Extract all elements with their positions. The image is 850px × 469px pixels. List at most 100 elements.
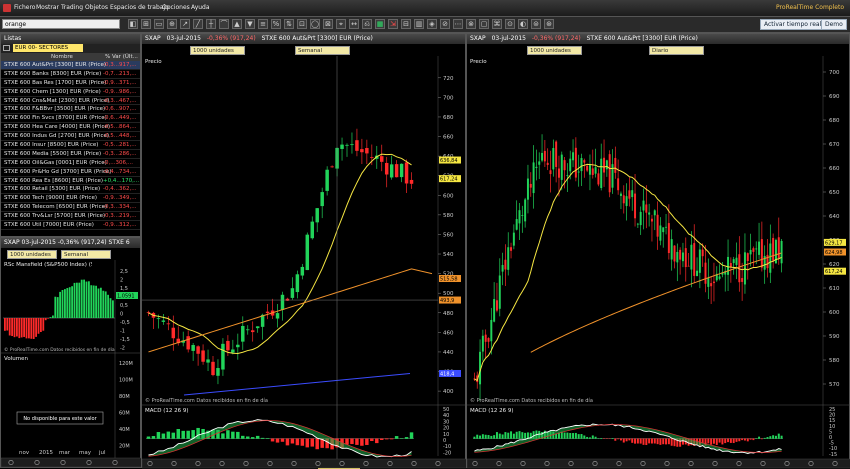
toolbar-tool-28-icon[interactable]: ▢ xyxy=(479,19,489,29)
toolbar-tool-19-icon[interactable]: ⎌ xyxy=(362,19,372,29)
daily-candle[interactable] xyxy=(662,227,664,232)
toolbar-tool-33-icon[interactable]: ⊛ xyxy=(544,19,554,29)
daily-candle[interactable] xyxy=(569,159,571,172)
daily-candle[interactable] xyxy=(513,233,515,246)
watchlist-row[interactable]: STXE 600 Rea Es [8600] EUR (Price)+0,4..… xyxy=(1,177,140,186)
daily-candle[interactable] xyxy=(713,282,715,283)
menu-trading[interactable]: Trading xyxy=(61,4,83,11)
weekly-candle[interactable] xyxy=(241,326,244,342)
menu-mostrar[interactable]: Mostrar xyxy=(36,4,59,11)
weekly-candle[interactable] xyxy=(306,235,309,270)
watchlist-row[interactable]: STXE 600 Media [5500] EUR (Price)-0,3...… xyxy=(1,150,140,159)
watchlist-row[interactable]: STXE 600 Tech [9000] EUR (Price)-0,9...3… xyxy=(1,194,140,203)
daily-candle[interactable] xyxy=(558,169,560,178)
daily-candle[interactable] xyxy=(538,161,540,164)
weekly-candle[interactable] xyxy=(157,318,160,319)
weekly-candle[interactable] xyxy=(350,144,353,145)
daily-candle[interactable] xyxy=(597,173,599,184)
daily-candle[interactable] xyxy=(648,212,650,214)
daily-candle[interactable] xyxy=(524,199,526,221)
daily-candle[interactable] xyxy=(696,271,698,276)
daily-candle[interactable] xyxy=(736,258,738,265)
daily-candle[interactable] xyxy=(555,142,557,167)
daily-candle[interactable] xyxy=(521,215,523,216)
toolbar-tool-16-icon[interactable]: ⊠ xyxy=(323,19,333,29)
toolbar-tool-11-icon[interactable]: ≡ xyxy=(258,19,268,29)
daily-candle[interactable] xyxy=(682,252,684,261)
weekly-candle[interactable] xyxy=(191,345,194,351)
daily-candle[interactable] xyxy=(566,175,568,176)
daily-candle[interactable] xyxy=(758,242,760,255)
watchlist-row[interactable]: STXE 600 Aut&Prt [3300] EUR (Price)-0,3.… xyxy=(1,61,140,70)
daily-candle[interactable] xyxy=(575,148,577,178)
weekly-candle[interactable] xyxy=(370,157,373,158)
watchlist-row[interactable]: STXE 600 F&BBvr [3500] EUR (Price)-0,6..… xyxy=(1,105,140,114)
watchlist-row[interactable]: STXE 600 Pr&Ho Gd [3700] EUR (Price)-0,4… xyxy=(1,168,140,177)
daily-candle[interactable] xyxy=(507,247,509,270)
weekly-candle[interactable] xyxy=(315,208,318,222)
watchlist-row[interactable]: STXE 600 Indus Gd [2700] EUR (Price)-0,5… xyxy=(1,132,140,141)
weekly-candle[interactable] xyxy=(147,312,150,313)
weekly-candle[interactable] xyxy=(216,368,219,376)
weekly-candle[interactable] xyxy=(186,336,189,349)
toolbar-tool-21-icon[interactable]: ⇲ xyxy=(388,19,398,29)
watchlist-row[interactable]: STXE 600 Fin Svcs [8700] EUR (Price)-0,6… xyxy=(1,114,140,123)
daily-units-selector[interactable]: 1000 unidades xyxy=(527,46,582,55)
daily-candle[interactable] xyxy=(671,239,673,259)
daily-candle[interactable] xyxy=(747,253,749,261)
daily-candle[interactable] xyxy=(564,160,566,170)
daily-candle[interactable] xyxy=(530,184,532,188)
weekly-candle[interactable] xyxy=(380,156,383,162)
daily-candle[interactable] xyxy=(657,215,659,237)
daily-candle[interactable] xyxy=(685,248,687,267)
weekly-candle[interactable] xyxy=(301,267,304,276)
toolbar-tool-2-icon[interactable]: ⊞ xyxy=(141,19,151,29)
watchlist-row[interactable]: STXE 600 Bas Res [1700] EUR (Price)-0,9.… xyxy=(1,79,140,88)
weekly-candle[interactable] xyxy=(246,329,249,330)
daily-candle[interactable] xyxy=(609,154,611,192)
mini-period-selector[interactable]: Semanal xyxy=(61,250,111,259)
weekly-candle[interactable] xyxy=(162,320,165,321)
watchlist-row[interactable]: STXE 600 Util [7000] EUR (Price)-0,9...3… xyxy=(1,221,140,230)
daily-candle[interactable] xyxy=(493,299,495,322)
daily-candle[interactable] xyxy=(637,224,639,225)
daily-candle[interactable] xyxy=(674,246,676,262)
daily-candle[interactable] xyxy=(606,160,608,169)
weekly-candle[interactable] xyxy=(167,323,170,324)
toolbar-tool-18-icon[interactable]: ↔ xyxy=(349,19,359,29)
daily-candle[interactable] xyxy=(600,159,602,188)
daily-candle[interactable] xyxy=(541,153,543,161)
watchlist-row[interactable]: STXE 600 Cns&Mat [2300] EUR (Price)-0,3.… xyxy=(1,97,140,106)
daily-candle[interactable] xyxy=(533,162,535,193)
weekly-candle[interactable] xyxy=(201,350,204,361)
daily-candle[interactable] xyxy=(628,190,630,198)
weekly-units-selector[interactable]: 1000 unidades xyxy=(190,46,245,55)
watchlist-row[interactable]: STXE 600 Telecom [6500] EUR (Price)-0,3.… xyxy=(1,203,140,212)
daily-candle[interactable] xyxy=(626,196,628,206)
daily-candle[interactable] xyxy=(781,241,783,263)
weekly-candle[interactable] xyxy=(390,164,393,177)
weekly-candle[interactable] xyxy=(355,140,358,151)
daily-candle[interactable] xyxy=(710,283,712,286)
col-var-header[interactable]: % Var (ÚIt... xyxy=(105,53,138,61)
toolbar-tool-25-icon[interactable]: ⊘ xyxy=(440,19,450,29)
watchlist-row[interactable]: STXE 600 Trv&Lsr [5700] EUR (Price)-0,3.… xyxy=(1,212,140,221)
daily-candle[interactable] xyxy=(707,278,709,287)
daily-candle[interactable] xyxy=(679,250,681,260)
daily-candle[interactable] xyxy=(727,257,729,275)
daily-candle[interactable] xyxy=(614,158,616,173)
demo-button[interactable]: Demo xyxy=(821,19,847,30)
toolbar-tool-8-icon[interactable]: ⌒ xyxy=(219,19,229,29)
daily-candle[interactable] xyxy=(693,243,695,276)
daily-candle[interactable] xyxy=(755,249,757,250)
daily-candle[interactable] xyxy=(761,239,763,268)
daily-candle[interactable] xyxy=(750,250,752,254)
search-input[interactable]: orange xyxy=(2,19,120,29)
daily-candle[interactable] xyxy=(659,225,661,240)
toolbar-tool-9-icon[interactable]: ▲ xyxy=(232,19,242,29)
weekly-candle[interactable] xyxy=(296,274,299,292)
daily-chart-canvas[interactable]: 7006906806706606506406306206106005905805… xyxy=(467,56,850,469)
weekly-candle[interactable] xyxy=(311,222,314,239)
weekly-candle[interactable] xyxy=(256,326,259,328)
daily-candle[interactable] xyxy=(702,250,704,257)
